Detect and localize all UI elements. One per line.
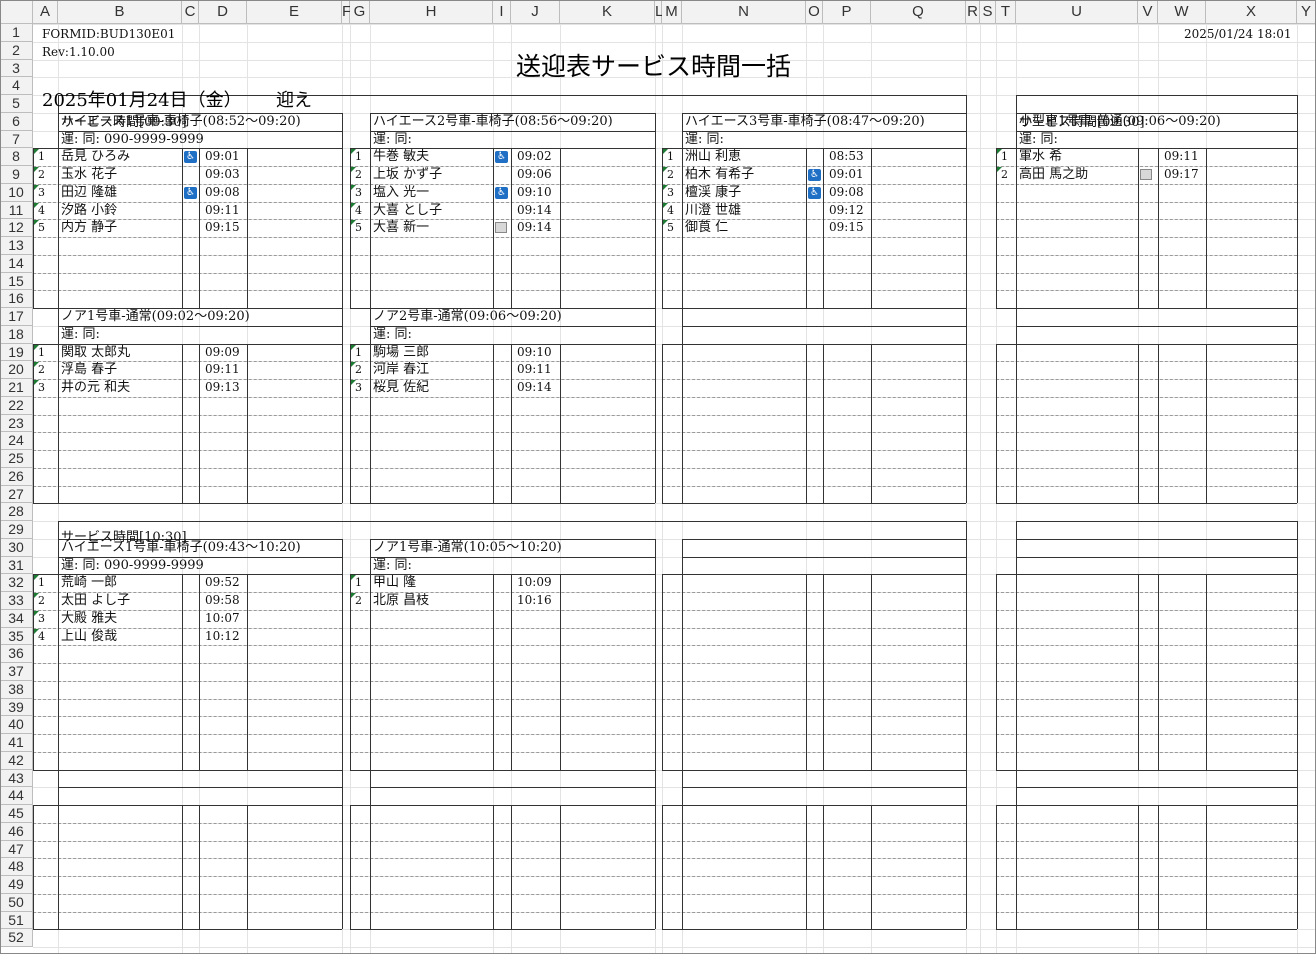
sheet-frame — [0, 0, 1316, 954]
spreadsheet-sheet[interactable]: FORMID:BUD130E01 Rev:1.10.00 2025/01/24 … — [0, 0, 1316, 954]
